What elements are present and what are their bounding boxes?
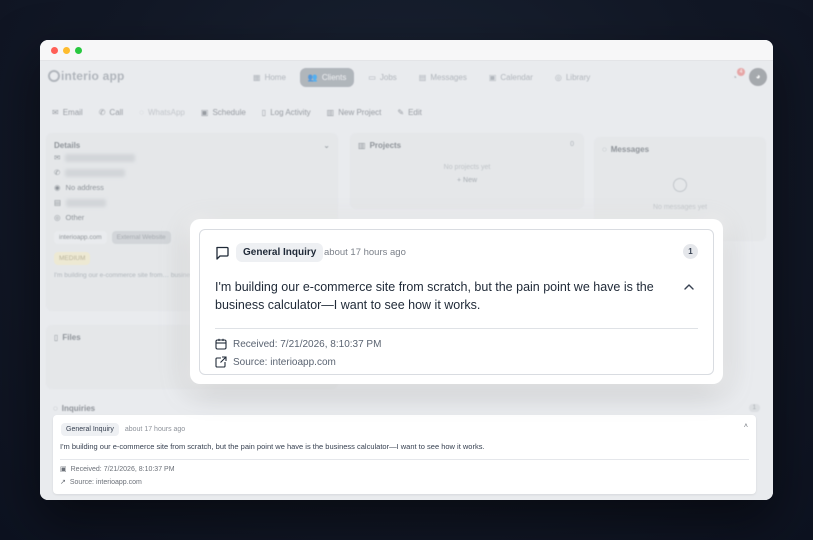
briefcase-icon: ▥ [326,108,335,117]
inquiry-item[interactable]: General Inquiry about 17 hours ago ˄ I'm… [53,415,756,494]
inquiry-zoom-overlay: General Inquiry about 17 hours ago 1 I'm… [190,219,723,384]
mail-icon: ✉ [54,153,61,162]
inquiries-count: 1 [748,404,760,412]
window-titlebar [40,40,773,61]
users-icon: 👥 [307,73,318,82]
grid-icon: ▦ [253,73,261,82]
inquiry-time: about 17 hours ago [324,247,406,258]
calendar-icon: ▣ [200,108,209,117]
nav-links: ▦ Home 👥 Clients ▭ Jobs ▤ Messages ▣ Calendar… [245,68,598,87]
nav-calendar[interactable]: ▣ Calendar [481,68,541,87]
calendar-icon [215,338,227,350]
priority-badge: MEDIUM [54,252,91,265]
inquiry-received: Received: 7/21/2026, 8:10:37 PM [215,338,381,350]
redacted-email [65,153,136,162]
detail-company: ▤ [46,195,338,210]
inquiry-card-zoomed[interactable]: General Inquiry about 17 hours ago 1 I'm… [199,229,714,375]
log-activity-button[interactable]: ▯ Log Activity [262,108,311,117]
inquiries-title: ◌ Inquiries [53,404,96,413]
messages-title: ◌ Messages [602,145,650,154]
projects-empty: No projects yet [443,164,491,171]
projects-title: ▥ Projects [358,141,402,150]
bell-icon[interactable]: ◔ [732,73,737,82]
projects-count: 0 [570,141,574,148]
close-window-button[interactable] [51,47,58,54]
chat-icon: ◌ [53,404,58,413]
document-icon: ▯ [261,108,267,117]
schedule-button[interactable]: ▣ Schedule [201,108,246,117]
external-link-icon: ↗ [60,479,66,486]
client-toolbar: ✉ Email ✆ Call ◌ WhatsApp ▣ Schedule ▯ Log Ac… [52,108,422,117]
top-nav: interio app ▦ Home 👥 Clients ▭ Jobs ▤ Messag… [40,61,773,95]
detail-phone: ✆ [46,165,338,180]
chevron-up-icon[interactable]: ˄ [744,423,748,430]
minimize-window-button[interactable] [63,47,70,54]
phone-icon: ✆ [54,168,61,177]
messages-empty: No messages yet [652,204,708,211]
new-project-link[interactable]: + New [350,177,584,184]
detail-email: ✉ [46,150,338,165]
inquiry-body: I'm building our e-commerce site from sc… [60,442,485,451]
notification-badge: 4 [737,68,745,76]
nav-library[interactable]: ◎ Library [547,68,598,87]
globe-icon: ◎ [54,213,61,222]
inquiry-received: ▣ Received: 7/21/2026, 8:10:37 PM [60,465,175,474]
nav-clients[interactable]: 👥 Clients [299,68,355,87]
edit-button[interactable]: ✎ Edit [397,108,422,117]
maximize-window-button[interactable] [75,47,82,54]
nav-home[interactable]: ▦ Home [245,68,294,87]
mail-icon: ✉ [52,108,59,117]
chevron-down-icon[interactable]: ⌄ [323,141,330,150]
app-logo[interactable]: interio app [48,69,125,83]
inquiry-type-badge: General Inquiry [61,423,119,436]
whatsapp-button[interactable]: ◌ WhatsApp [139,108,185,117]
edit-icon: ✎ [397,108,405,117]
divider [215,328,698,329]
inquiry-time: about 17 hours ago [124,426,186,433]
inquiry-source: Source: interioapp.com [215,356,336,368]
briefcase-icon: ▥ [358,141,366,150]
tag-external: External Website [111,231,171,244]
email-button[interactable]: ✉ Email [52,108,83,117]
divider [60,459,749,460]
chat-icon: ◌ [139,108,144,117]
inquiry-header: General Inquiry about 17 hours ago [61,423,185,436]
folder-icon: ▭ [368,73,376,82]
calendar-icon: ▣ [488,73,497,82]
chat-icon: ◌ [602,145,607,154]
call-button[interactable]: ✆ Call [99,108,123,117]
chat-icon [216,246,229,260]
chat-icon [673,178,687,192]
detail-address: ◉ No address [54,183,104,192]
inquiry-body: I'm building our e-commerce site from sc… [215,280,654,312]
pin-icon: ◉ [54,183,61,192]
inquiry-source: ↗ Source: interioapp.com [60,478,142,487]
globe-icon: ◎ [554,73,562,82]
new-project-button[interactable]: ▥ New Project [327,108,382,117]
projects-card: ▥ Projects 0 No projects yet + New [350,133,584,209]
nav-messages[interactable]: ▤ Messages [411,68,475,87]
tag-site: interioapp.com [54,231,107,244]
file-icon: ▯ [54,333,59,342]
redacted-company [66,198,107,207]
background-page: interio app ▦ Home 👥 Clients ▭ Jobs ▤ Messag… [40,61,773,413]
phone-icon: ✆ [98,108,106,117]
details-title: Details ⌄ [54,141,330,150]
calendar-icon: ▣ [60,466,67,473]
nav-jobs[interactable]: ▭ Jobs [360,68,404,87]
redacted-phone [65,168,126,177]
building-icon: ▤ [54,198,62,207]
inquiry-count-badge: 1 [683,244,698,259]
inquiry-type-badge: General Inquiry [236,243,324,262]
document-icon: ▤ [418,73,427,82]
chevron-up-icon[interactable] [684,283,694,290]
external-link-icon [215,356,227,368]
avatar[interactable]: ◕ [749,68,767,86]
